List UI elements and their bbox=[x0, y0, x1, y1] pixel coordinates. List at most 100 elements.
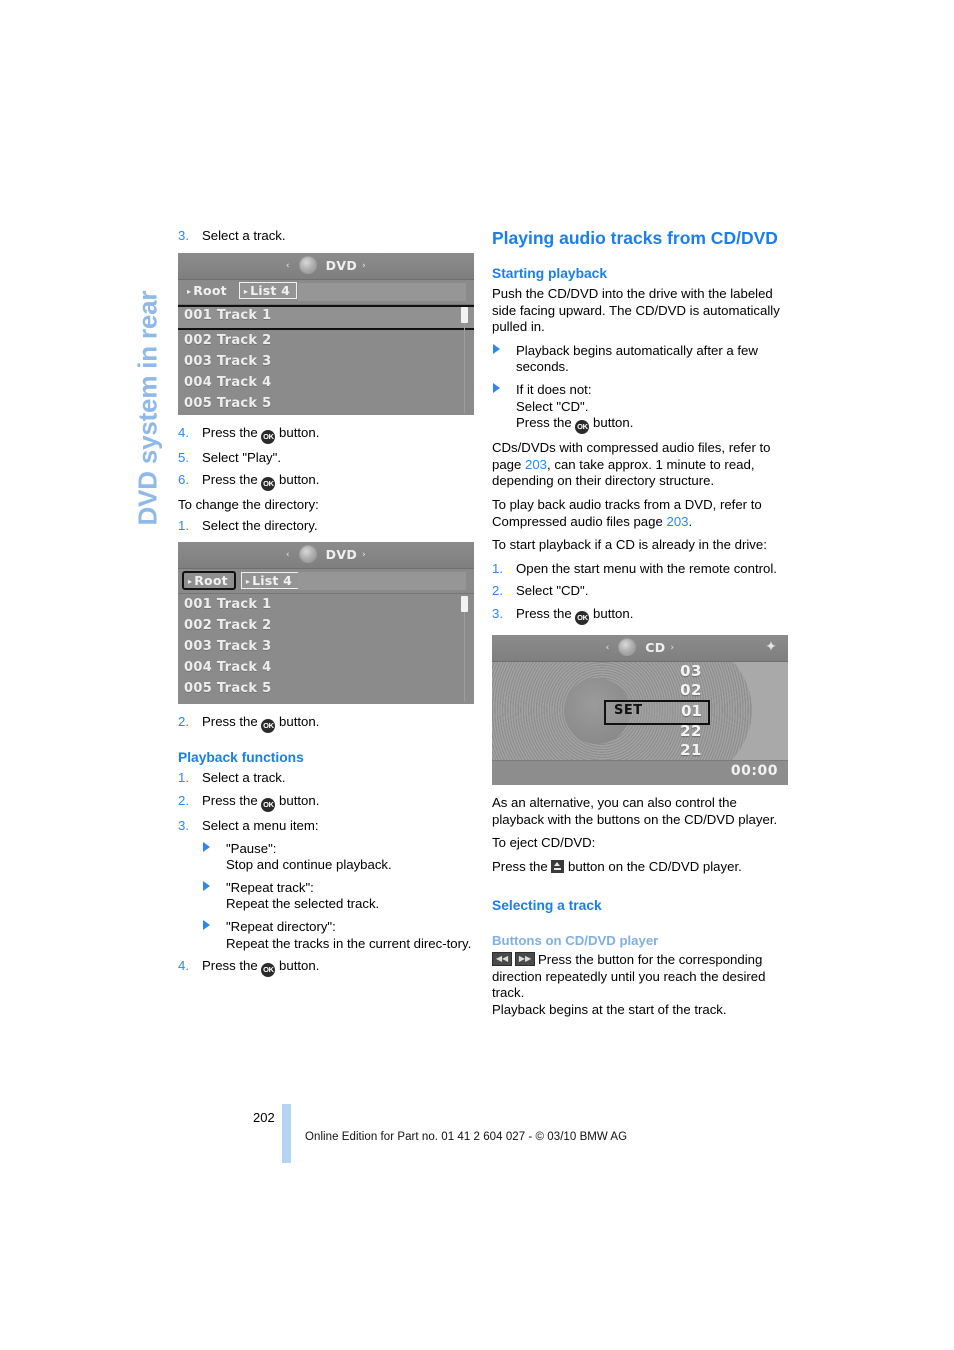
track-row[interactable]: 004 Track 4 bbox=[178, 657, 474, 678]
step-select-directory-1: 1. Select the directory. bbox=[178, 518, 474, 535]
device-track-list: 001 Track 1 002 Track 2 003 Track 3 004 … bbox=[178, 594, 474, 705]
track-row[interactable]: 005 Track 5 bbox=[178, 393, 474, 414]
breadcrumb-root[interactable]: ▸ Root bbox=[182, 282, 234, 300]
breadcrumb-root-selected[interactable]: ▸ Root bbox=[182, 571, 236, 591]
step-press-ok-4: 4. Press the OK button. bbox=[178, 425, 474, 444]
page-number: 202 bbox=[253, 1110, 275, 1125]
menu-item-title: "Pause": bbox=[226, 840, 277, 856]
step-press-ok-6: 6. Press the OK button. bbox=[178, 472, 474, 492]
cd-track-number: 03 bbox=[680, 661, 702, 680]
breadcrumb-list4[interactable]: ▸ List 4 bbox=[240, 572, 300, 590]
step-number: 5. bbox=[178, 449, 189, 465]
step-select-play-5: 5. Select "Play". bbox=[178, 450, 474, 467]
bullet-text-line3: Press the OK button. bbox=[516, 415, 633, 435]
page-xref-203[interactable]: 203 bbox=[666, 514, 688, 529]
bullet-if-it-does-not: If it does not: Select "CD". Press the O… bbox=[492, 381, 788, 435]
pf-step-2: 2. Press the OK button. bbox=[178, 793, 474, 812]
left-arrow-icon: ‹ bbox=[285, 260, 291, 271]
breadcrumb-filler bbox=[298, 572, 466, 591]
step-text: Open the start menu with the remote cont… bbox=[516, 560, 777, 576]
breadcrumb-list4[interactable]: ▸ List 4 bbox=[238, 281, 298, 299]
device-title-label: DVD bbox=[325, 257, 358, 273]
step-text: Press the OK button. bbox=[516, 606, 788, 625]
track-row[interactable]: 002 Track 2 bbox=[178, 330, 474, 351]
disc-icon bbox=[299, 546, 316, 563]
track-row[interactable]: 003 Track 3 bbox=[178, 351, 474, 372]
step-number: 4. bbox=[178, 424, 189, 440]
step-number: 2. bbox=[492, 583, 503, 599]
step-text: Select a track. bbox=[202, 770, 286, 786]
step-number: 3. bbox=[178, 817, 189, 833]
track-row[interactable]: 001 Track 1 bbox=[178, 594, 474, 615]
footer-accent-bar bbox=[282, 1104, 291, 1163]
right-arrow-icon: › bbox=[670, 642, 675, 653]
alternative-control-note: As an alternative, you can also control … bbox=[492, 794, 778, 827]
track-row-selected[interactable]: 001 Track 1 bbox=[178, 304, 474, 330]
step-number: 2. bbox=[178, 714, 189, 730]
ok-button-icon: OK bbox=[261, 963, 276, 978]
playback-start-note: Playback begins at the start of the trac… bbox=[492, 1002, 727, 1018]
track-row[interactable]: 003 Track 3 bbox=[178, 636, 474, 657]
track-row[interactable]: 005 Track 5 bbox=[178, 678, 474, 699]
scrollbar-thumb[interactable] bbox=[461, 306, 468, 323]
triangle-bullet-icon bbox=[203, 841, 210, 852]
pf-menu-item-repeat-directory: "Repeat directory": Repeat the tracks in… bbox=[202, 919, 474, 952]
device-screenshot-dvd-root: ‹ DVD › ▸ Root ▸ List 4 001 Track 1 002 Tr… bbox=[178, 542, 474, 705]
right-arrow-icon: › bbox=[361, 260, 367, 271]
track-number: 005 bbox=[184, 395, 213, 411]
track-row[interactable]: 002 Track 2 bbox=[178, 615, 474, 636]
track-name: Track 5 bbox=[216, 395, 272, 411]
device-title: ‹ CD › bbox=[492, 638, 788, 655]
triangle-bullet-icon bbox=[493, 343, 500, 354]
menu-item-desc: Stop and continue playback. bbox=[226, 857, 392, 873]
track-number: 003 bbox=[184, 353, 213, 369]
device-track-list: 001 Track 1 002 Track 2 003 Track 3 004 … bbox=[178, 304, 474, 415]
chapter-side-tab: DVD system in rear bbox=[128, 230, 168, 530]
device-title: ‹ DVD › bbox=[178, 256, 474, 273]
chapter-side-tab-label: DVD system in rear bbox=[132, 290, 163, 526]
cd-disc-area: 03 02 SET 01 22 21 bbox=[492, 661, 788, 760]
step-text: Select a track. bbox=[202, 228, 286, 243]
device-title-label: DVD bbox=[325, 547, 358, 563]
step-text: Press the OK button. bbox=[202, 714, 474, 734]
device-breadcrumb-bar: ▸ Root ▸ List 4 bbox=[178, 569, 474, 595]
bullet-text-line1: If it does not: bbox=[516, 381, 592, 397]
device-breadcrumb-bar: ▸ Root ▸ List 4 bbox=[178, 279, 474, 305]
track-number: 004 bbox=[184, 374, 213, 390]
cd-set-label: SET bbox=[614, 702, 643, 718]
step-number: 1. bbox=[178, 517, 189, 533]
triangle-bullet-icon bbox=[203, 919, 210, 930]
footer-edition-note: Online Edition for Part no. 01 41 2 604 … bbox=[305, 1131, 628, 1143]
track-number: 002 bbox=[184, 618, 213, 634]
device-title-bar: ‹ DVD › bbox=[178, 252, 474, 280]
eject-instruction: Press the button on the CD/DVD player. bbox=[492, 858, 742, 874]
device-title-label: CD bbox=[645, 639, 666, 655]
step-press-ok-dir-2: 2. Press the OK button. bbox=[178, 714, 474, 734]
track-name: Track 2 bbox=[216, 332, 272, 348]
eject-intro: To eject CD/DVD: bbox=[492, 835, 596, 851]
device-title: ‹ DVD › bbox=[178, 546, 474, 563]
heading-starting-playback: Starting playback bbox=[492, 266, 608, 281]
cd-footer-bar: 00:00 bbox=[492, 759, 788, 785]
heading-playback-functions: Playback functions bbox=[178, 750, 304, 766]
device-scrollbar[interactable] bbox=[461, 306, 468, 413]
bullet-text: Playback begins automatically after a fe… bbox=[516, 342, 758, 375]
track-name: Track 5 bbox=[216, 681, 272, 697]
pf-step-3: 3. Select a menu item: bbox=[178, 818, 474, 835]
scrollbar-track bbox=[464, 596, 465, 703]
page-xref-203[interactable]: 203 bbox=[525, 457, 547, 472]
subheading-buttons-on-player: Buttons on CD/DVD player bbox=[492, 933, 659, 949]
scrollbar-thumb[interactable] bbox=[461, 596, 468, 613]
skip-buttons-instruction: ◀◀ ▶▶ Press the button for the correspondi… bbox=[492, 952, 766, 1001]
ok-button-icon: OK bbox=[261, 429, 276, 444]
track-name: Track 1 bbox=[216, 307, 272, 323]
track-row[interactable]: 004 Track 4 bbox=[178, 372, 474, 393]
navigation-diamond-icon[interactable]: ✦ bbox=[762, 638, 780, 656]
step-number: 1. bbox=[178, 770, 189, 786]
cd-track-number: 02 bbox=[680, 680, 702, 699]
change-directory-intro: To change the directory: bbox=[178, 497, 319, 513]
step-text: Select a menu item: bbox=[202, 817, 319, 833]
step-number: 6. bbox=[178, 472, 189, 488]
device-scrollbar[interactable] bbox=[461, 596, 468, 703]
left-arrow-icon: ‹ bbox=[605, 642, 610, 653]
